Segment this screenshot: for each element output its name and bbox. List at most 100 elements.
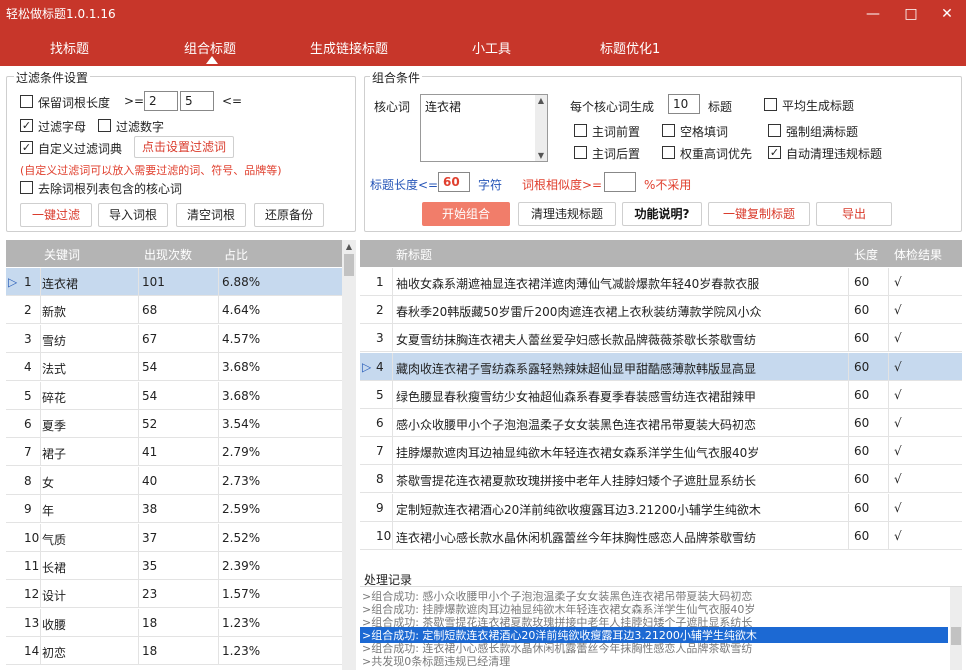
weight-first-checkbox[interactable] — [662, 146, 675, 159]
table-row[interactable]: 5 碎花 54 3.68% — [6, 381, 342, 410]
copy-titles-button[interactable]: 一键复制标题 — [708, 202, 810, 226]
main-word-front-checkbox[interactable] — [574, 124, 587, 137]
avg-generate-checkbox[interactable] — [764, 98, 777, 111]
force-full-checkbox[interactable] — [768, 124, 781, 137]
clear-roots-button[interactable]: 清空词根 — [176, 203, 246, 227]
table-row[interactable]: 13 收腰 18 1.23% — [6, 608, 342, 637]
set-filter-words-button[interactable]: 点击设置过滤词 — [134, 136, 234, 158]
keyword-cell: 连衣裙 — [42, 277, 79, 291]
count-cell: 68 — [142, 303, 158, 318]
table-row[interactable]: 2 春秋季20韩版藏50岁雷斤200肉遮连衣裙上衣秋装纺薄款学院风小众 60 √ — [360, 296, 962, 325]
remove-core-checkbox[interactable] — [20, 181, 33, 194]
title-length-input[interactable]: 60 — [438, 172, 470, 192]
row-selected-icon: ▷ — [8, 275, 18, 289]
table-row[interactable]: 3 女夏雪纺抹胸连衣裙夫人蕾丝爱孕妇感长款品牌薇薇茶歇长茶歇雪纺 60 √ — [360, 324, 962, 353]
table-row[interactable]: ▷ 4 藏肉收连衣裙子雪纺森系露轻熟辣妹超仙显甲甜酷感薄款韩版显高显 60 √ — [360, 352, 962, 381]
tab-link-title[interactable]: 生成链接标题 — [310, 38, 388, 57]
column-divider — [392, 521, 393, 550]
core-word-scrollbar[interactable]: ▲ ▼ — [535, 95, 547, 161]
table-row[interactable]: 10 气质 37 2.52% — [6, 523, 342, 552]
log-scroll-thumb[interactable] — [951, 627, 961, 645]
filter-digits-checkbox[interactable] — [98, 119, 111, 132]
core-word-value: 连衣裙 — [425, 100, 462, 114]
one-click-filter-button[interactable]: 一键过滤 — [20, 203, 92, 227]
auto-clean-checkbox[interactable]: ✓ — [768, 146, 781, 159]
table-row[interactable]: 10 连衣裙小心感长款水晶休闲机露蕾丝今年抹胸性感恋人品牌茶歇雪纺 60 √ — [360, 521, 962, 550]
col-new-title[interactable]: 新标题 — [396, 246, 432, 263]
import-roots-button[interactable]: 导入词根 — [98, 203, 168, 227]
per-core-input[interactable]: 10 — [668, 94, 700, 114]
column-divider — [888, 380, 889, 409]
table-row[interactable]: 3 雪纺 67 4.57% — [6, 324, 342, 353]
similarity-input[interactable] — [604, 172, 636, 192]
tab-title-optimize[interactable]: 标题优化1 — [600, 38, 660, 57]
table-row[interactable]: 1 袖收女森系潮遮袖显连衣裙洋遮肉薄仙气减龄爆款年轻40岁春款衣服 60 √ — [360, 268, 962, 296]
col-check-result[interactable]: 体检结果 — [894, 246, 942, 263]
keep-length-checkbox[interactable] — [20, 95, 33, 108]
export-button[interactable]: 导出 — [816, 202, 892, 226]
clean-violations-button[interactable]: 清理违规标题 — [518, 202, 616, 226]
table-row[interactable]: 8 茶歇雪提花连衣裙夏款玫瑰拼接中老年人挂脖妇矮个子遮肚显系纺长 60 √ — [360, 465, 962, 494]
process-log[interactable]: >组合成功: 感小众收腰甲小个子泡泡温柔子女女装黑色连衣裙吊带夏装大码初恋 >组合… — [360, 586, 962, 670]
row-number: 10 — [376, 528, 392, 543]
log-line[interactable]: >共发现0条标题违规已经清理 — [362, 653, 510, 669]
main-word-back-checkbox[interactable] — [574, 146, 587, 159]
restore-backup-button[interactable]: 还原备份 — [254, 203, 324, 227]
min-length-input[interactable]: 2 — [144, 91, 178, 111]
row-number: 7 — [376, 444, 384, 459]
count-cell: 41 — [142, 445, 158, 460]
column-divider — [392, 437, 393, 466]
row-number: 2 — [376, 303, 384, 318]
help-button[interactable]: 功能说明? — [622, 202, 702, 226]
row-number: 11 — [24, 559, 40, 573]
max-length-input[interactable]: 5 — [180, 91, 214, 111]
count-cell: 52 — [142, 417, 158, 431]
tab-find-title[interactable]: 找标题 — [50, 38, 89, 57]
table-row[interactable]: 6 夏季 52 3.54% — [6, 410, 342, 438]
table-row[interactable]: ▷ 1 连衣裙 101 6.88% — [6, 268, 342, 296]
start-combine-button[interactable]: 开始组合 — [422, 202, 510, 226]
main-word-back-label: 主词后置 — [592, 147, 641, 161]
core-word-textarea[interactable]: 连衣裙 ▲ ▼ — [420, 94, 548, 162]
check-cell: √ — [894, 387, 902, 402]
table-row[interactable]: 9 定制短款连衣裙酒心20洋前纯欲收瘦露耳边3.21200小辅学生纯欲木 60 √ — [360, 493, 962, 522]
col-ratio[interactable]: 占比 — [224, 246, 248, 263]
table-row[interactable]: 2 新款 68 4.64% — [6, 296, 342, 325]
table-row[interactable]: 11 长裙 35 2.39% — [6, 552, 342, 580]
table-row[interactable]: 14 初恋 18 1.23% — [6, 637, 342, 666]
log-scrollbar[interactable] — [950, 587, 962, 670]
col-count[interactable]: 出现次数 — [144, 246, 192, 263]
table-row[interactable]: 7 裙子 41 2.79% — [6, 438, 342, 467]
scroll-thumb[interactable] — [344, 254, 354, 276]
keyword-table-scrollbar[interactable]: ▲ — [342, 240, 356, 670]
table-row[interactable]: 9 年 38 2.59% — [6, 495, 342, 524]
filter-letters-checkbox[interactable]: ✓ — [20, 119, 33, 132]
table-row[interactable]: 12 设计 23 1.57% — [6, 580, 342, 609]
col-keyword[interactable]: 关键词 — [44, 246, 80, 263]
ratio-cell: 3.68% — [222, 360, 261, 375]
col-length[interactable]: 长度 — [854, 246, 878, 263]
maximize-button[interactable]: □ — [900, 5, 922, 23]
table-row[interactable]: 6 感小众收腰甲小个子泡泡温柔子女女装黑色连衣裙吊带夏装大码初恋 60 √ — [360, 409, 962, 437]
tab-tools[interactable]: 小工具 — [472, 38, 511, 57]
minimize-button[interactable]: — — [862, 5, 884, 23]
le-label: <= — [222, 94, 243, 108]
row-number: 4 — [24, 360, 32, 375]
active-tab-indicator — [206, 56, 218, 64]
app-title: 轻松做标题1.0.1.16 — [6, 7, 116, 21]
space-fill-checkbox[interactable] — [662, 124, 675, 137]
title-bar: 轻松做标题1.0.1.16 — □ ✕ — [0, 0, 966, 30]
table-row[interactable]: 7 挂脖爆款遮肉耳边袖显纯欲木年轻连衣裙女森系洋学生仙气衣服40岁 60 √ — [360, 437, 962, 466]
table-row[interactable]: 5 绿色腰显春秋瘦雪纺少女袖超仙森系春夏季春装感雪纺连衣裙甜辣甲 60 √ — [360, 380, 962, 409]
custom-dict-checkbox[interactable]: ✓ — [20, 141, 33, 154]
keyword-cell: 长裙 — [42, 561, 67, 575]
table-row[interactable]: 4 法式 54 3.68% — [6, 353, 342, 382]
filter-digits-label: 过滤数字 — [116, 120, 165, 134]
tab-combine-title[interactable]: 组合标题 — [184, 38, 236, 57]
column-divider — [138, 495, 139, 524]
column-divider — [888, 296, 889, 325]
close-button[interactable]: ✕ — [936, 5, 958, 23]
table-row[interactable]: 8 女 40 2.73% — [6, 466, 342, 495]
count-cell: 67 — [142, 331, 158, 346]
row-number: 13 — [24, 615, 40, 630]
